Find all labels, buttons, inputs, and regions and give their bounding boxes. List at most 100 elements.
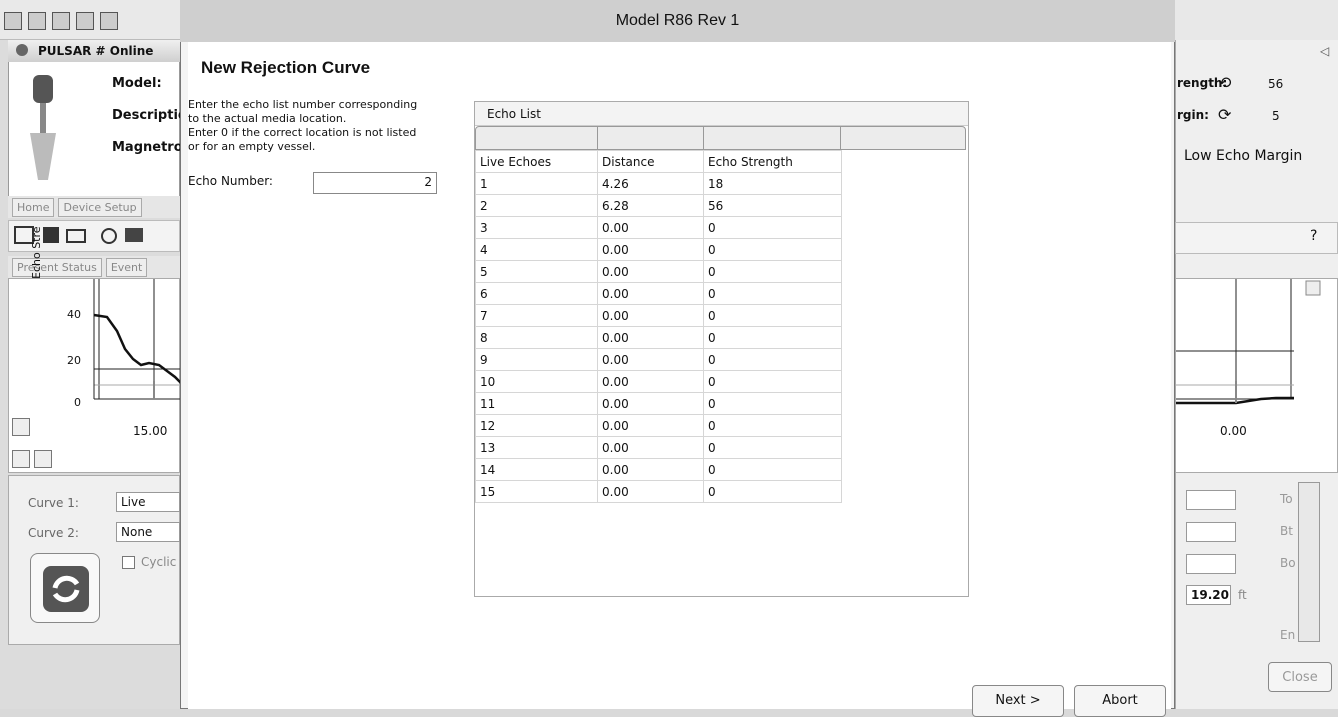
- header-cell[interactable]: [598, 127, 704, 149]
- cell-echo-number: 14: [475, 458, 598, 481]
- zoom-horizontal-icon[interactable]: [34, 450, 52, 468]
- cyclic-checkbox[interactable]: [122, 556, 135, 569]
- table-row[interactable]: 9 0.00 0: [475, 348, 842, 371]
- table-row[interactable]: 1 4.26 18: [475, 172, 842, 195]
- cell-strength: 18: [703, 172, 842, 195]
- echo-number-label: Echo Number:: [188, 174, 273, 188]
- open-folder-icon[interactable]: [28, 12, 46, 30]
- cell-echo-number: 5: [475, 260, 598, 283]
- y-tick-40: 40: [67, 308, 81, 321]
- cell-strength: 0: [703, 348, 842, 371]
- status-text: Low Echo Margin: [1184, 148, 1303, 164]
- header-cell[interactable]: [704, 127, 842, 149]
- table-row[interactable]: 2 6.28 56: [475, 194, 842, 217]
- right-top-bar: [1175, 0, 1338, 40]
- table-row[interactable]: 6 0.00 0: [475, 282, 842, 305]
- table-row[interactable]: 4 0.00 0: [475, 238, 842, 261]
- col-echo-strength[interactable]: Echo Strength: [703, 150, 842, 173]
- echo-number-input[interactable]: 2: [313, 172, 437, 194]
- cell-echo-number: 10: [475, 370, 598, 393]
- cell-echo-number: 6: [475, 282, 598, 305]
- table-row[interactable]: 7 0.00 0: [475, 304, 842, 327]
- cell-distance: 0.00: [597, 238, 704, 261]
- table-row[interactable]: 10 0.00 0: [475, 370, 842, 393]
- cell-strength: 0: [703, 480, 842, 503]
- copy-icon[interactable]: [100, 12, 118, 30]
- cell-distance: 6.28: [597, 194, 704, 217]
- cell-distance: 0.00: [597, 458, 704, 481]
- right-select-2[interactable]: [1186, 522, 1236, 542]
- right-select-3[interactable]: [1186, 554, 1236, 574]
- transmitter-image: [18, 70, 68, 190]
- strength-icon: ⟲: [1218, 73, 1232, 92]
- curve2-select[interactable]: None: [116, 522, 180, 542]
- zoom-both-icon[interactable]: [12, 450, 30, 468]
- col-live-echoes[interactable]: Live Echoes: [475, 150, 598, 173]
- cell-echo-number: 2: [475, 194, 598, 217]
- y-tick-0: 0: [74, 396, 81, 409]
- header-cell[interactable]: [476, 127, 598, 149]
- table-row[interactable]: 15 0.00 0: [475, 480, 842, 503]
- echo-curve-left: [93, 279, 182, 400]
- dialog-title: Model R86 Rev 1: [180, 0, 1175, 42]
- right-select-1[interactable]: [1186, 490, 1236, 510]
- y-axis-label: Echo Stre: [30, 226, 43, 279]
- main-tabs: Home Device Setup: [8, 196, 180, 218]
- cell-distance: 0.00: [597, 326, 704, 349]
- cell-distance: 0.00: [597, 480, 704, 503]
- table-row[interactable]: 13 0.00 0: [475, 436, 842, 459]
- cell-strength: 0: [703, 458, 842, 481]
- cell-strength: 56: [703, 194, 842, 217]
- next-button[interactable]: Next >: [972, 685, 1064, 717]
- new-file-icon[interactable]: [4, 12, 22, 30]
- refresh-button[interactable]: [30, 553, 100, 623]
- tab-device-setup[interactable]: Device Setup: [58, 198, 142, 217]
- unit-label: ft: [1238, 588, 1247, 602]
- abort-button[interactable]: Abort: [1074, 685, 1166, 717]
- table-row[interactable]: 14 0.00 0: [475, 458, 842, 481]
- cell-echo-number: 4: [475, 238, 598, 261]
- save-icon[interactable]: [52, 12, 70, 30]
- cell-strength: 0: [703, 282, 842, 305]
- cell-echo-number: 13: [475, 436, 598, 459]
- value-field[interactable]: 19.20: [1186, 585, 1231, 605]
- cell-strength: 0: [703, 392, 842, 415]
- description-line: Enter the echo list number corresponding: [188, 98, 418, 111]
- tab-home[interactable]: Home: [12, 198, 55, 217]
- tab-present-status[interactable]: Present Status: [12, 258, 102, 277]
- right-scrollbar[interactable]: [1298, 482, 1320, 642]
- cell-echo-number: 12: [475, 414, 598, 437]
- table-row[interactable]: 11 0.00 0: [475, 392, 842, 415]
- collapse-arrow-icon[interactable]: ◁: [1320, 44, 1329, 58]
- margin-value: 5: [1272, 109, 1280, 123]
- cell-echo-number: 9: [475, 348, 598, 371]
- cell-echo-number: 7: [475, 304, 598, 327]
- table-row[interactable]: 5 0.00 0: [475, 260, 842, 283]
- table-row[interactable]: 8 0.00 0: [475, 326, 842, 349]
- curve1-select[interactable]: Live: [116, 492, 180, 512]
- col-distance[interactable]: Distance: [597, 150, 704, 173]
- header-cell[interactable]: [841, 127, 965, 149]
- cell-distance: 0.00: [597, 304, 704, 327]
- description-label: Descriptio: [112, 108, 187, 123]
- cell-echo-number: 15: [475, 480, 598, 503]
- close-button[interactable]: Close: [1268, 662, 1332, 692]
- print-icon[interactable]: [76, 12, 94, 30]
- y-tick-20: 20: [67, 354, 81, 367]
- side-label-bt: Bt: [1280, 524, 1293, 538]
- cell-distance: 0.00: [597, 414, 704, 437]
- echo-graph-left: [8, 278, 182, 473]
- table-row[interactable]: 12 0.00 0: [475, 414, 842, 437]
- side-label-to: To: [1280, 492, 1293, 506]
- curve2-label: Curve 2:: [28, 526, 79, 540]
- table-header-row: Live Echoes Distance Echo Strength: [475, 150, 842, 173]
- table-row[interactable]: 3 0.00 0: [475, 216, 842, 239]
- strength-value: 56: [1268, 77, 1284, 91]
- description-line: Enter 0 if the correct location is not l…: [188, 126, 417, 139]
- side-label-en: En: [1280, 628, 1296, 642]
- cell-distance: 0.00: [597, 348, 704, 371]
- tab-event[interactable]: Event: [105, 258, 148, 277]
- model-label: Model:: [112, 76, 162, 91]
- zoom-vertical-icon[interactable]: [12, 418, 30, 436]
- help-icon[interactable]: ?: [1310, 228, 1317, 244]
